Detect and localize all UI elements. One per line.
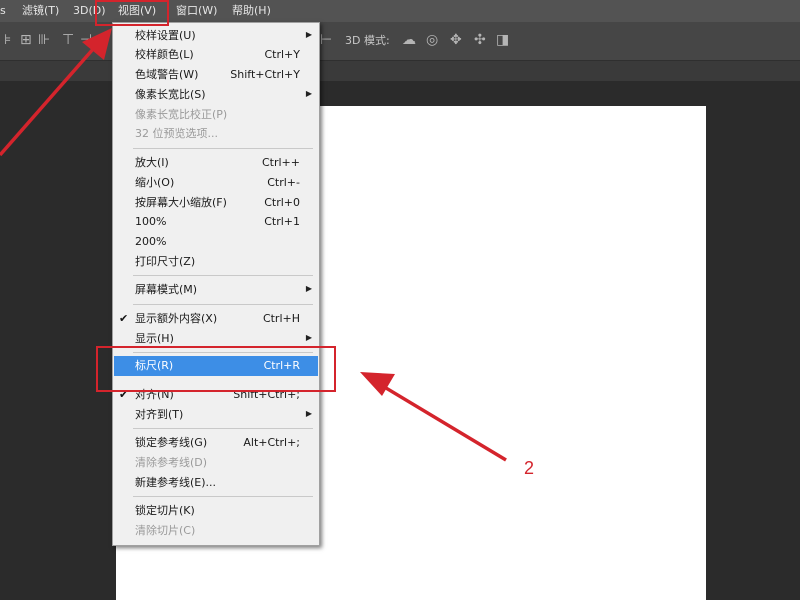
annotation-step-2-label: 2: [524, 458, 535, 478]
menu-item-print-size[interactable]: 打印尺寸(Z): [114, 252, 318, 272]
menu-separator: [133, 275, 313, 276]
menu-item-zoom-out[interactable]: 缩小(O) Ctrl+-: [114, 173, 318, 193]
submenu-arrow-icon: ▶: [305, 284, 312, 293]
menu-item-extras[interactable]: ✔ 显示额外内容(X) Ctrl+H: [114, 309, 318, 329]
align-left-icon[interactable]: ⊧: [4, 31, 11, 49]
menu-item-new-guide[interactable]: 新建参考线(E)...: [114, 473, 318, 493]
distribute-right-icon[interactable]: ⊢: [320, 31, 332, 49]
menu-item-screen-mode[interactable]: 屏幕模式(M) ▶: [114, 280, 318, 300]
submenu-arrow-icon: ▶: [305, 333, 312, 342]
menu-item-32bit-preview: 32 位预览选项...: [135, 127, 218, 140]
submenu-arrow-icon: ▶: [305, 89, 312, 98]
menu-separator: [133, 304, 313, 305]
menu-item-proof-setup[interactable]: 校样设置(U) ▶: [114, 26, 318, 46]
menu-item-pixel-aspect-correction: 像素长宽比校正(P): [135, 108, 228, 121]
3d-orbit-icon[interactable]: ☁: [402, 31, 416, 49]
annotation-rulers-box: [96, 346, 336, 392]
3d-slide-icon[interactable]: ✣: [474, 31, 486, 49]
menu-item-snap-to[interactable]: 对齐到(T) ▶: [114, 405, 318, 425]
menu-item-pixel-aspect[interactable]: 像素长宽比(S) ▶: [114, 85, 318, 105]
menu-item-200-percent[interactable]: 200%: [114, 232, 318, 252]
align-right-icon[interactable]: ⊪: [38, 31, 50, 49]
menu-window[interactable]: 窗口(W): [176, 0, 217, 22]
menu-item-zoom-in[interactable]: 放大(I) Ctrl++: [114, 153, 318, 173]
checkmark-icon: ✔: [119, 312, 129, 325]
submenu-arrow-icon: ▶: [305, 30, 312, 39]
annotation-view-menu-box: [95, 0, 169, 26]
menu-item-fit-on-screen[interactable]: 按屏幕大小缩放(F) Ctrl+0: [114, 193, 318, 213]
menu-item-lock-slices[interactable]: 锁定切片(K): [114, 501, 318, 521]
menu-select-partial[interactable]: s: [0, 0, 6, 22]
menu-item-proof-colors[interactable]: 校样颜色(L) Ctrl+Y: [114, 45, 318, 65]
3d-pan-icon[interactable]: ✥: [450, 31, 462, 49]
menu-help[interactable]: 帮助(H): [232, 0, 271, 22]
menu-separator: [133, 496, 313, 497]
submenu-arrow-icon: ▶: [305, 409, 312, 418]
align-center-icon[interactable]: ⊞: [20, 31, 32, 49]
menu-item-clear-slices: 清除切片(C): [135, 524, 196, 537]
3d-mode-label: 3D 模式:: [345, 34, 390, 47]
distribute-top-icon[interactable]: ⊤: [62, 31, 74, 49]
view-menu-dropdown: 校样设置(U) ▶ 校样颜色(L) Ctrl+Y 色域警告(W) Shift+Ctrl…: [112, 22, 320, 546]
menu-item-gamut-warning[interactable]: 色域警告(W) Shift+Ctrl+Y: [114, 65, 318, 85]
menu-item-100-percent[interactable]: 100% Ctrl+1: [114, 212, 318, 232]
menu-filter[interactable]: 滤镜(T): [22, 0, 59, 22]
menu-separator: [133, 428, 313, 429]
3d-scale-icon[interactable]: ◨: [496, 31, 509, 49]
menu-item-lock-guides[interactable]: 锁定参考线(G) Alt+Ctrl+;: [114, 433, 318, 453]
menu-item-clear-guides: 清除参考线(D): [135, 456, 208, 469]
menu-separator: [133, 148, 313, 149]
distribute-middle-icon[interactable]: ⊣: [80, 31, 92, 49]
3d-roll-icon[interactable]: ◎: [426, 31, 438, 49]
